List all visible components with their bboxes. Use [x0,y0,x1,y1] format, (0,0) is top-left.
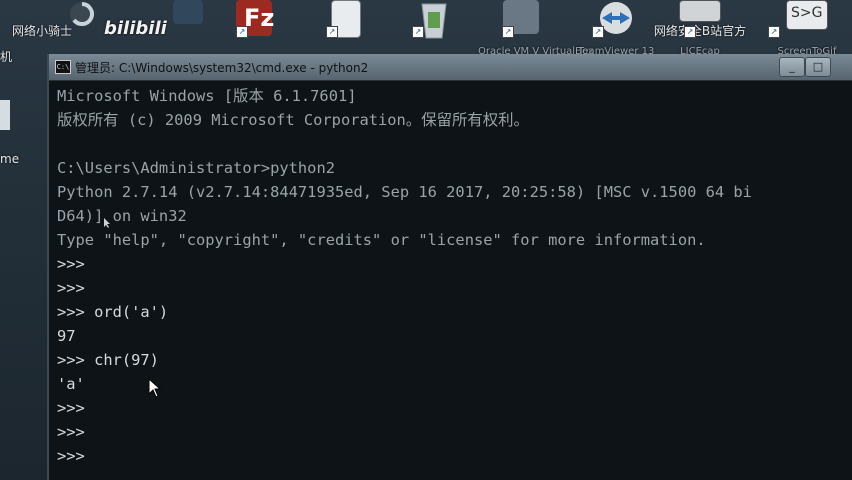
desktop-left-strip: 机 me [0,40,46,480]
shortcut-arrow-icon: ↗ [236,26,248,38]
console-line: 版权所有 (c) 2009 Microsoft Corporation。保留所有… [57,111,529,129]
console-line: >>> ord('a') [57,303,169,321]
shortcut-arrow-icon: ↗ [326,26,338,38]
shortcut-arrow-icon: ↗ [768,26,780,38]
right-edge-shadow [835,60,852,480]
console-line: >>> [57,447,85,465]
console-line: Microsoft Windows [版本 6.1.7601] [57,87,357,105]
desktop-icon-label: 网络安全B站官方 [653,24,747,38]
minimize-button[interactable]: _ [779,57,805,77]
filezilla-icon: Fz [244,4,275,32]
cmd-window[interactable]: C:\ 管理员: C:\Windows\system32\cmd.exe - p… [47,54,852,480]
console-line: >>> [57,279,85,297]
window-titlebar[interactable]: C:\ 管理员: C:\Windows\system32\cmd.exe - p… [49,54,852,81]
small-cursor-icon [104,218,110,228]
console-line: D64)] on win32 [57,207,187,225]
desktop-left-label: me [0,152,20,166]
window-title: 管理员: C:\Windows\system32\cmd.exe - pytho… [75,61,369,75]
screentogif-icon: S>G [791,5,823,21]
swirl-icon [70,2,94,26]
mouse-pointer-icon [148,378,162,398]
shortcut-arrow-icon: ↗ [684,26,696,38]
console-line: >>> chr(97) [57,351,159,369]
console-line: Type "help", "copyright", "credits" or "… [57,231,706,249]
console-output[interactable]: Microsoft Windows [版本 6.1.7601] 版权所有 (c) … [57,84,847,480]
console-line: 'a' [57,375,85,393]
console-line: 97 [57,327,76,345]
maximize-button[interactable]: □ [805,57,831,77]
computer-icon[interactable] [0,100,10,130]
console-line: C:\Users\Administrator>python2 [57,159,335,177]
shortcut-arrow-icon: ↗ [412,26,424,38]
shortcut-arrow-icon: ↗ [502,26,514,38]
shortcut-arrow-icon: ↗ [592,26,604,38]
console-line: >>> [57,255,85,273]
cmd-icon: C:\ [55,60,71,74]
bilibili-logo-text: bilibili [104,18,167,39]
desktop-left-label: 机 [0,50,13,64]
console-line: Python 2.7.14 (v2.7.14:84471935ed, Sep 1… [57,183,752,201]
console-line: >>> [57,423,85,441]
console-line: >>> [57,399,85,417]
